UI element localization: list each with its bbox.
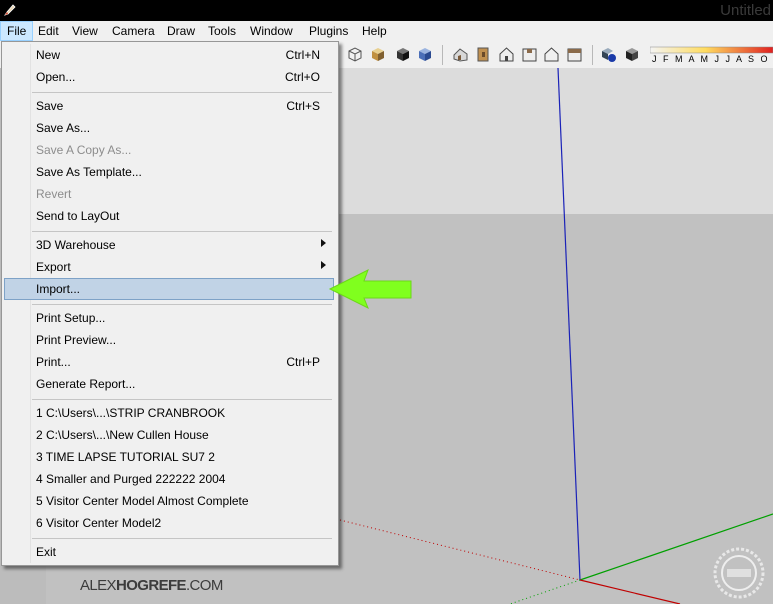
brand-caption: ALEXHOGREFE.COM bbox=[80, 577, 223, 594]
menu-item-label: 3 TIME LAPSE TUTORIAL SU7 2 bbox=[36, 450, 215, 464]
menu-item-print[interactable]: Print... Ctrl+P bbox=[4, 351, 334, 373]
menu-item-generate-report[interactable]: Generate Report... bbox=[4, 373, 334, 395]
menu-item-label: New bbox=[36, 48, 61, 62]
menu-item-label: Save A Copy As... bbox=[36, 143, 132, 157]
menu-item-label: Print Setup... bbox=[36, 311, 106, 325]
menu-item-recent-4[interactable]: 4 Smaller and Purged 222222 2004 bbox=[4, 468, 334, 490]
menu-item-save-as-template[interactable]: Save As Template... bbox=[4, 161, 334, 183]
menu-item-print-setup[interactable]: Print Setup... bbox=[4, 307, 334, 329]
menu-separator bbox=[32, 538, 332, 539]
menu-item-label: Exit bbox=[36, 545, 57, 559]
submenu-arrow-icon bbox=[321, 239, 326, 247]
menu-item-label: 3D Warehouse bbox=[36, 238, 116, 252]
menu-item-new[interactable]: New Ctrl+N bbox=[4, 44, 334, 66]
menu-item-recent-5[interactable]: 5 Visitor Center Model Almost Complete bbox=[4, 490, 334, 512]
menu-item-import[interactable]: Import... bbox=[4, 278, 334, 300]
green-pointer-arrow bbox=[328, 268, 412, 310]
menu-item-shortcut: Ctrl+S bbox=[286, 99, 320, 113]
menu-item-recent-3[interactable]: 3 TIME LAPSE TUTORIAL SU7 2 bbox=[4, 446, 334, 468]
menu-item-label: 5 Visitor Center Model Almost Complete bbox=[36, 494, 249, 508]
green-axis-negative bbox=[509, 579, 581, 604]
menu-item-send-to-layout[interactable]: Send to LayOut bbox=[4, 205, 334, 227]
red-axis bbox=[579, 579, 681, 604]
menu-item-save-copy-as: Save A Copy As... bbox=[4, 139, 334, 161]
menu-item-label: 1 C:\Users\...\STRIP CRANBROOK bbox=[36, 406, 226, 420]
menu-separator bbox=[32, 399, 332, 400]
menu-separator bbox=[32, 231, 332, 232]
watermark-seal-icon bbox=[713, 547, 765, 599]
menu-item-label: Generate Report... bbox=[36, 377, 136, 391]
menu-item-label: 4 Smaller and Purged 222222 2004 bbox=[36, 472, 226, 486]
menu-item-print-preview[interactable]: Print Preview... bbox=[4, 329, 334, 351]
brand-part-3: .COM bbox=[185, 577, 223, 594]
red-axis-negative bbox=[339, 519, 581, 581]
menu-item-save[interactable]: Save Ctrl+S bbox=[4, 95, 334, 117]
menu-item-label: Save As Template... bbox=[36, 165, 142, 179]
menu-separator bbox=[32, 304, 332, 305]
menu-item-label: 6 Visitor Center Model2 bbox=[36, 516, 162, 530]
menu-item-label: Export bbox=[36, 260, 71, 274]
menu-item-3d-warehouse[interactable]: 3D Warehouse bbox=[4, 234, 334, 256]
menu-item-recent-6[interactable]: 6 Visitor Center Model2 bbox=[4, 512, 334, 534]
menu-item-shortcut: Ctrl+O bbox=[284, 70, 320, 84]
menu-item-export[interactable]: Export bbox=[4, 256, 334, 278]
menu-item-recent-2[interactable]: 2 C:\Users\...\New Cullen House bbox=[4, 424, 334, 446]
menu-item-save-as[interactable]: Save As... bbox=[4, 117, 334, 139]
file-menu: New Ctrl+N Open... Ctrl+O Save Ctrl+S Sa… bbox=[1, 41, 339, 566]
menu-item-shortcut: Ctrl+N bbox=[285, 48, 320, 62]
menu-item-open[interactable]: Open... Ctrl+O bbox=[4, 66, 334, 88]
menu-item-label: Save bbox=[36, 99, 64, 113]
brand-part-1: ALEX bbox=[80, 577, 117, 594]
blue-axis bbox=[557, 67, 581, 581]
menu-item-shortcut: Ctrl+P bbox=[286, 355, 320, 369]
menu-item-recent-1[interactable]: 1 C:\Users\...\STRIP CRANBROOK bbox=[4, 402, 334, 424]
menu-item-label: Open... bbox=[36, 70, 76, 84]
menu-item-label: 2 C:\Users\...\New Cullen House bbox=[36, 428, 209, 442]
menu-item-label: Print... bbox=[36, 355, 71, 369]
menu-item-label: Print Preview... bbox=[36, 333, 117, 347]
menu-item-label: Send to LayOut bbox=[36, 209, 120, 223]
menu-separator bbox=[32, 92, 332, 93]
brand-part-2: HOGREFE bbox=[115, 577, 187, 594]
menu-item-revert: Revert bbox=[4, 183, 334, 205]
menu-item-label: Revert bbox=[36, 187, 72, 201]
menu-item-label: Import... bbox=[36, 282, 81, 296]
menu-item-exit[interactable]: Exit bbox=[4, 541, 334, 563]
menu-item-label: Save As... bbox=[36, 121, 91, 135]
